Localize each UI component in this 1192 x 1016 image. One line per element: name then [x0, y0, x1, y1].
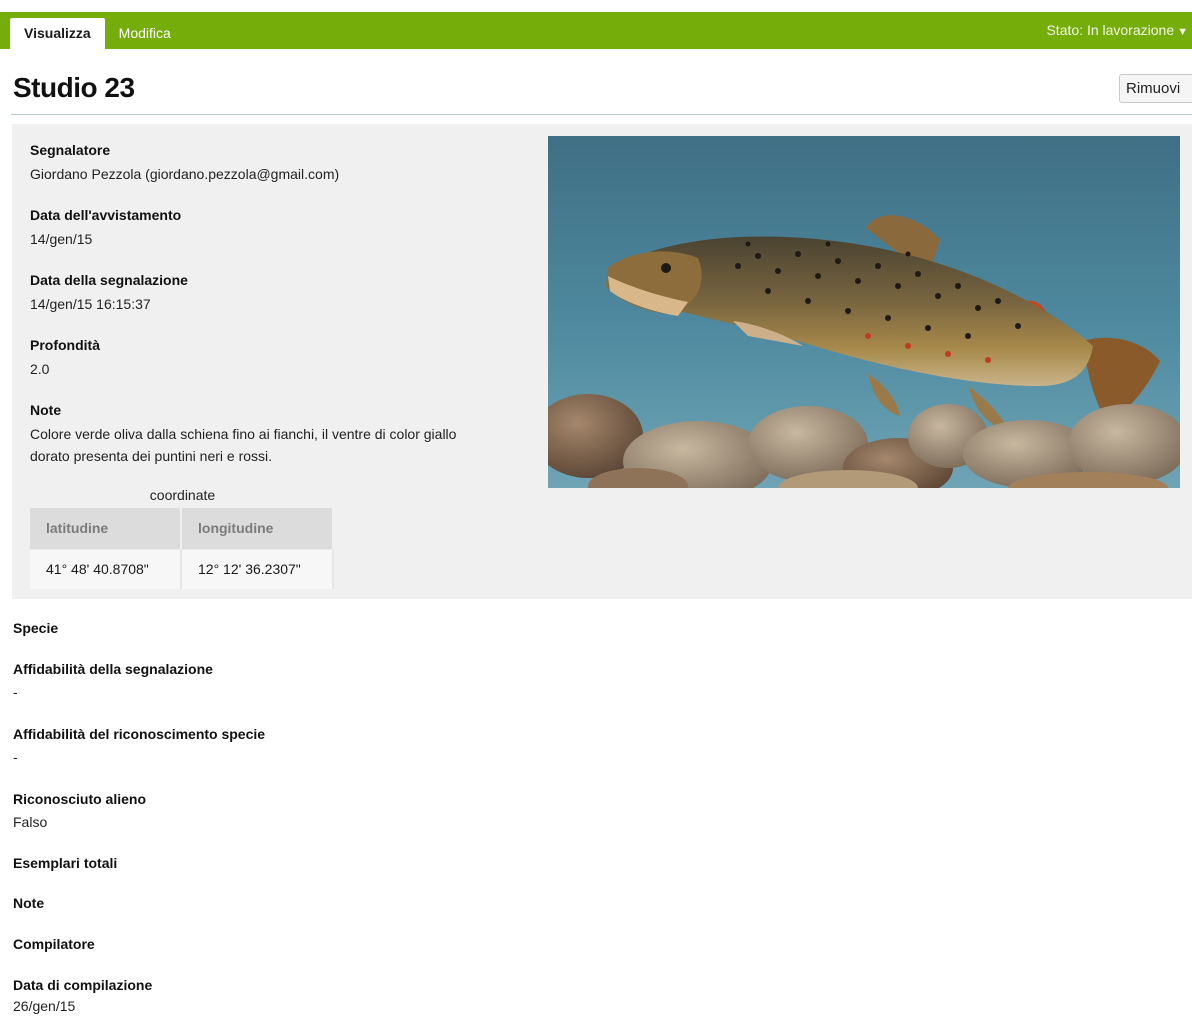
depth-value: 2.0: [30, 361, 50, 377]
total-specimens-label: Esemplari totali: [13, 855, 118, 871]
compilation-date-label: Data di compilazione: [13, 977, 153, 993]
top-bar: Visualizza Modifica Stato: In lavorazion…: [0, 12, 1192, 49]
note-label: Note: [30, 402, 62, 418]
compilation-date-field: Data di compilazione 26/gen/15: [13, 976, 152, 1016]
compiler-field: Compilatore: [13, 935, 95, 953]
remove-button[interactable]: Rimuovi: [1119, 74, 1192, 103]
report-info-panel: Segnalatore Giordano Pezzola (giordano.p…: [12, 124, 1192, 599]
depth-label: Profondità: [30, 337, 100, 353]
reporter-label: Segnalatore: [30, 142, 111, 158]
total-specimens-field: Esemplari totali: [13, 854, 117, 872]
sighting-date-value: 14/gen/15: [30, 231, 93, 247]
alien-recognized-field: Riconosciuto alieno Falso: [13, 790, 146, 833]
notes-label: Note: [13, 895, 45, 911]
report-reliability-label: Affidabilità della segnalazione: [13, 661, 213, 677]
compilation-date-value: 26/gen/15: [13, 998, 76, 1014]
report-date-value: 14/gen/15 16:15:37: [30, 296, 151, 312]
note-field: Note Colore verde oliva dalla schiena fi…: [30, 401, 500, 467]
tab-modifica[interactable]: Modifica: [105, 18, 185, 49]
status-label: Stato: In lavorazione: [1046, 22, 1175, 38]
title-divider: [11, 114, 1192, 115]
species-reliability-value: -: [13, 749, 18, 765]
status-menu[interactable]: Stato: In lavorazione ▼: [1046, 12, 1188, 49]
reporter-value: Giordano Pezzola (giordano.pezzola@gmail…: [30, 166, 340, 182]
latitude-header: latitudine: [30, 508, 182, 549]
longitude-header: longitudine: [181, 508, 334, 549]
alien-recognized-value: Falso: [13, 814, 48, 830]
report-date-label: Data della segnalazione: [30, 272, 188, 288]
alien-recognized-label: Riconosciuto alieno: [13, 791, 147, 807]
species-reliability-field: Affidabilità del riconoscimento specie -: [13, 725, 265, 768]
tab-visualizza[interactable]: Visualizza: [10, 18, 105, 49]
coordinates-caption: coordinate: [149, 487, 216, 503]
sighting-date-field: Data dell'avvistamento 14/gen/15: [30, 206, 181, 250]
coordinates-row: 41° 48' 40.8708" 12° 12' 36.2307": [30, 548, 334, 589]
longitude-value: 12° 12' 36.2307": [181, 548, 334, 589]
latitude-value: 41° 48' 40.8708": [30, 548, 182, 589]
report-reliability-field: Affidabilità della segnalazione -: [13, 660, 213, 703]
note-value: Colore verde oliva dalla schiena fino ai…: [30, 426, 457, 464]
report-reliability-value: -: [13, 684, 18, 700]
view-tabs: Visualizza Modifica: [10, 18, 185, 49]
species-label: Specie: [13, 620, 59, 636]
species-field: Specie: [13, 619, 58, 637]
species-reliability-label: Affidabilità del riconoscimento specie: [13, 726, 266, 742]
sighting-date-label: Data dell'avvistamento: [30, 207, 182, 223]
reporter-field: Segnalatore Giordano Pezzola (giordano.p…: [30, 141, 339, 185]
coordinates-header-row: latitudine longitudine: [30, 508, 334, 549]
report-date-field: Data della segnalazione 14/gen/15 16:15:…: [30, 271, 188, 315]
fish-photo: [548, 136, 1180, 488]
coordinates-table: latitudine longitudine 41° 48' 40.8708" …: [30, 508, 334, 589]
page-title: Studio 23: [13, 72, 135, 103]
caret-down-icon: ▼: [1177, 26, 1188, 38]
notes-field: Note: [13, 894, 44, 912]
depth-field: Profondità 2.0: [30, 336, 100, 380]
compiler-label: Compilatore: [13, 936, 95, 952]
trout-image: [548, 136, 1180, 488]
